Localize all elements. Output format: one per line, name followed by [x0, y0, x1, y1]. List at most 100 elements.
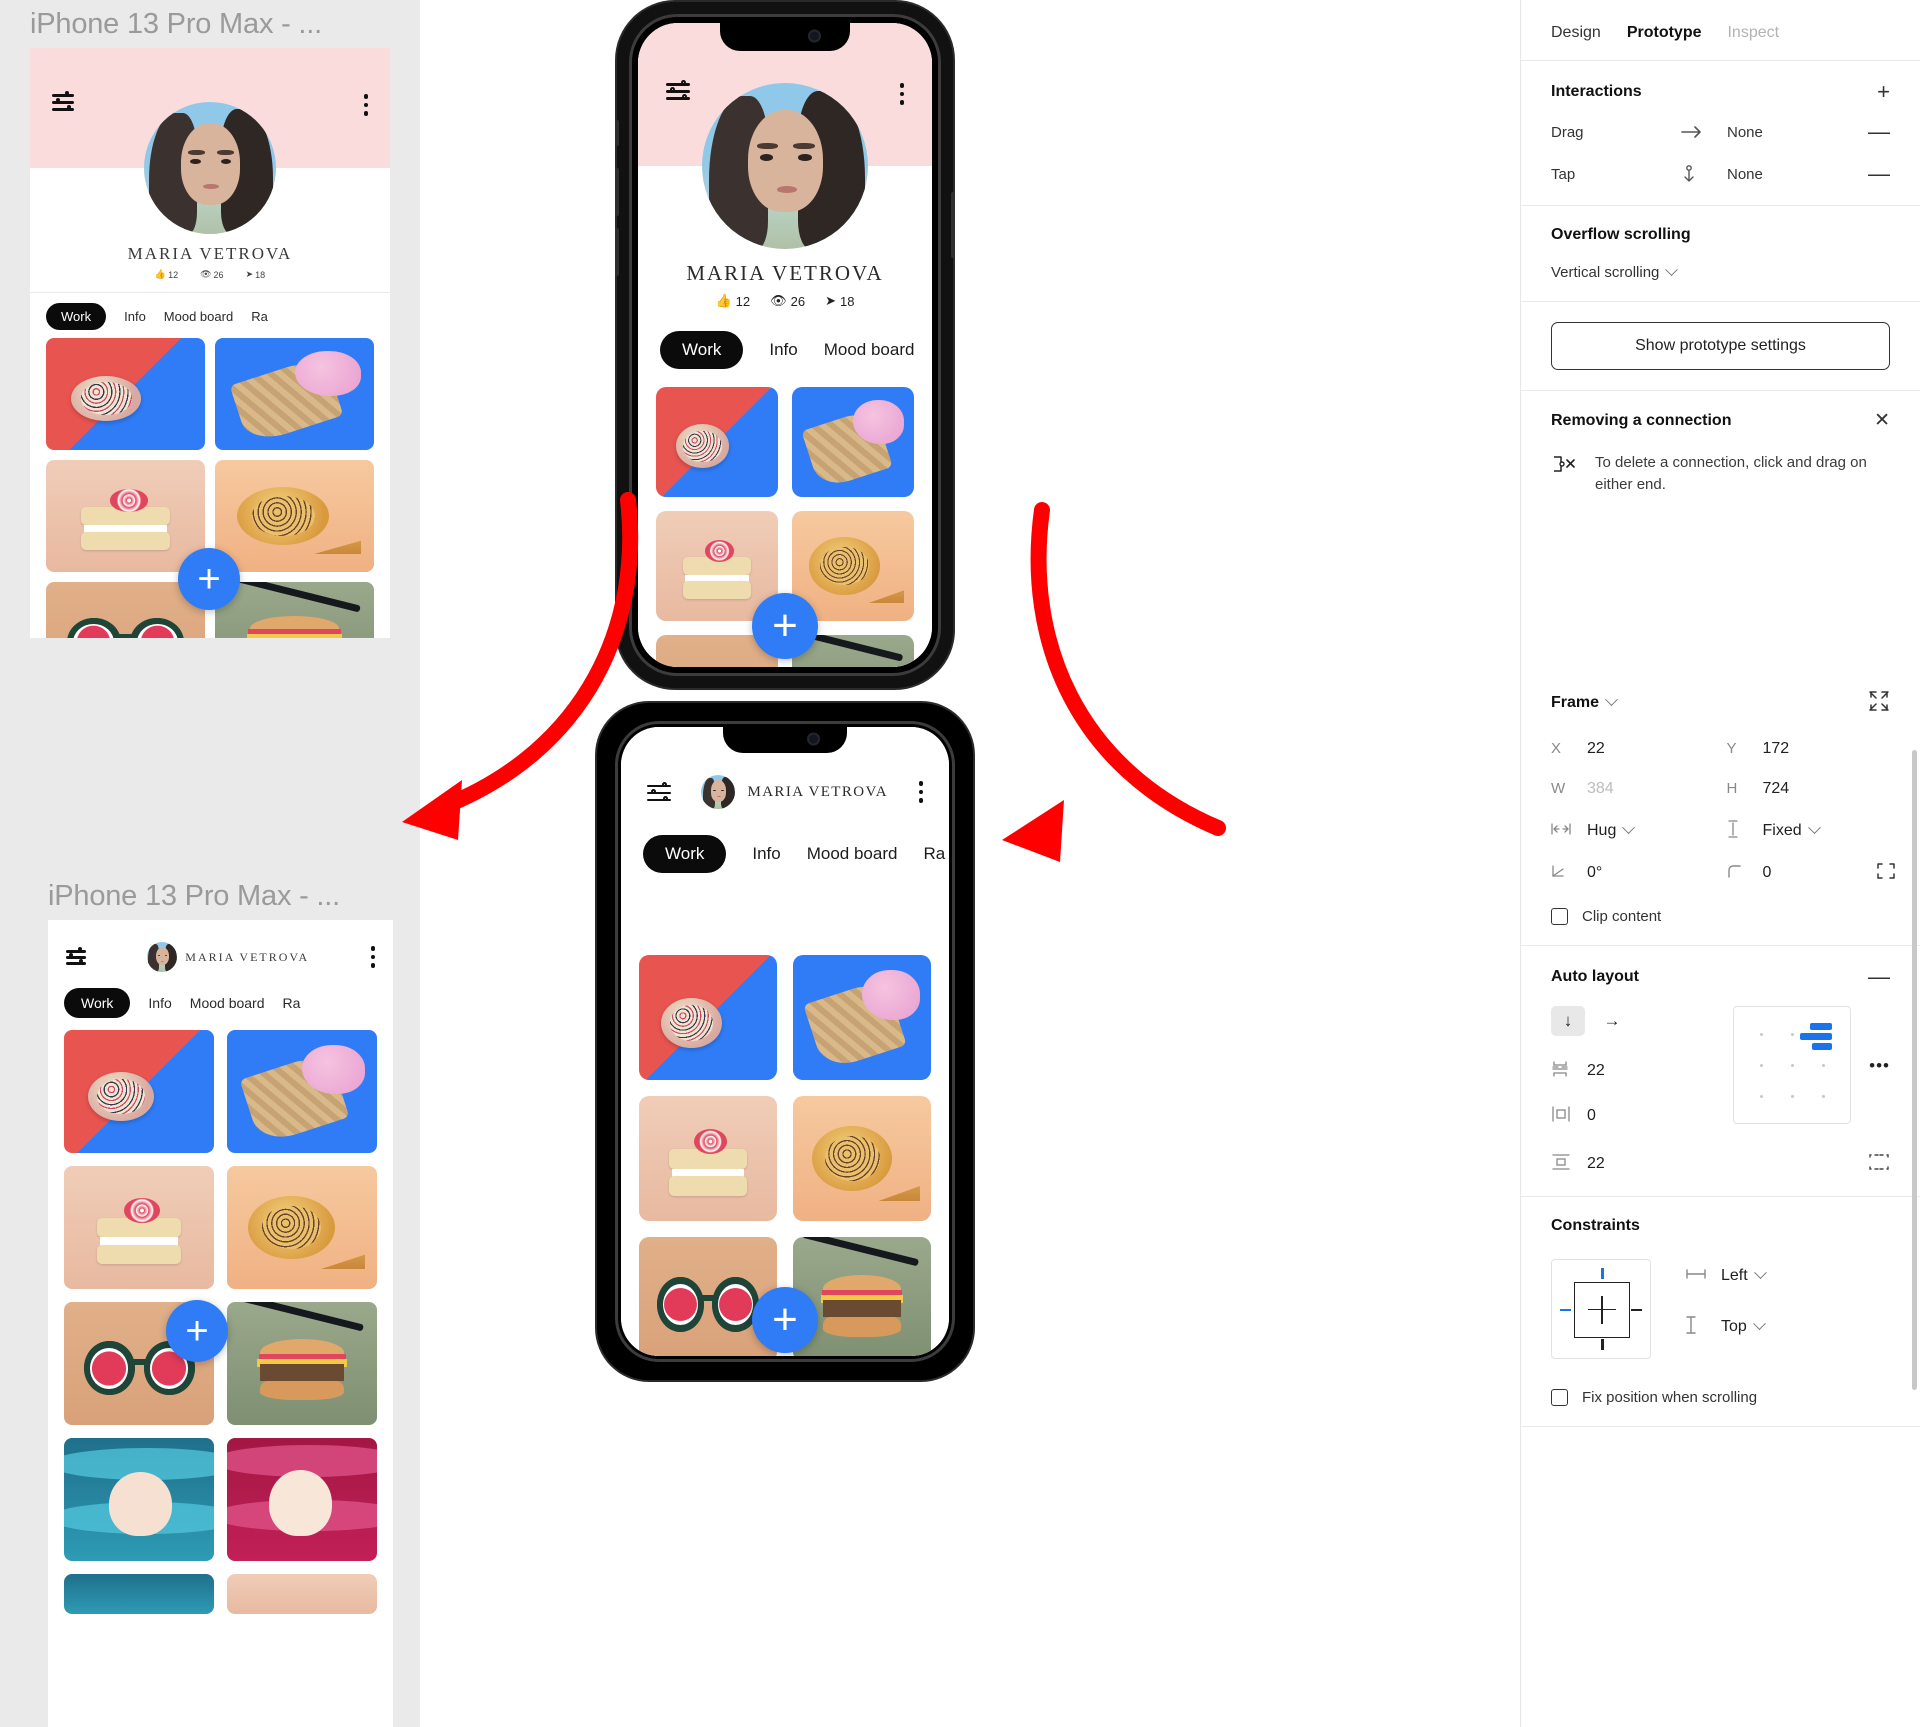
- interaction-target[interactable]: None: [1727, 124, 1868, 141]
- device-mockup-bottom[interactable]: MARIA VETROVA Work Info Mood board Ra +: [597, 703, 973, 1380]
- field-vertical-resizing[interactable]: Fixed: [1727, 819, 1891, 842]
- tab-mood-board[interactable]: Mood board: [190, 995, 265, 1011]
- gallery-item[interactable]: [656, 387, 778, 497]
- gallery-item[interactable]: [64, 1438, 214, 1561]
- panel-scrollbar[interactable]: [1912, 750, 1917, 1390]
- constraint-tick-left[interactable]: [1560, 1308, 1571, 1312]
- gallery-item[interactable]: [64, 1030, 214, 1153]
- sliders-icon[interactable]: [666, 80, 690, 100]
- gallery-item[interactable]: [64, 1166, 214, 1289]
- constraint-tick-bottom[interactable]: [1601, 1338, 1604, 1350]
- constraint-tick-right[interactable]: [1631, 1308, 1642, 1312]
- individual-padding-icon[interactable]: [1868, 1152, 1890, 1176]
- tab-info[interactable]: Info: [752, 844, 780, 864]
- remove-interaction-button[interactable]: —: [1868, 163, 1890, 185]
- gallery-item[interactable]: [227, 1302, 377, 1425]
- gallery-item[interactable]: [639, 1237, 777, 1356]
- vertical-resizing-dropdown[interactable]: Fixed: [1763, 821, 1821, 840]
- clip-content-checkbox[interactable]: [1551, 907, 1568, 925]
- add-button[interactable]: +: [166, 1300, 228, 1362]
- gallery-item[interactable]: [215, 582, 374, 638]
- field-horizontal-constraint[interactable]: Left: [1685, 1266, 1767, 1285]
- gallery-item[interactable]: [227, 1438, 377, 1561]
- auto-layout-alignment-pad[interactable]: [1733, 1005, 1852, 1124]
- frame-type-dropdown[interactable]: Frame: [1551, 693, 1618, 712]
- kebab-menu-icon[interactable]: [363, 94, 368, 116]
- tab-mood-board[interactable]: Mood board: [807, 844, 898, 864]
- field-vertical-constraint[interactable]: Top: [1685, 1315, 1766, 1339]
- gallery-item[interactable]: [227, 1166, 377, 1289]
- arrow-right-icon[interactable]: →: [1595, 1006, 1629, 1036]
- mini-frame-1[interactable]: MARIA VETROVA 👍 12 👁 26 ➤ 18 Work Info M…: [30, 48, 390, 638]
- add-button[interactable]: +: [752, 1287, 818, 1353]
- field-height[interactable]: H 724: [1727, 780, 1891, 798]
- field-x[interactable]: X 22: [1551, 740, 1715, 758]
- mini-frame-2[interactable]: MARIA VETROVA Work Info Mood board Ra +: [48, 920, 393, 1727]
- gallery-item[interactable]: [639, 955, 777, 1080]
- gallery-item[interactable]: [46, 338, 205, 450]
- gallery-item[interactable]: [639, 1096, 777, 1221]
- gallery-item[interactable]: [46, 460, 205, 572]
- fix-position-row[interactable]: Fix position when scrolling: [1551, 1388, 1890, 1406]
- tab-prototype[interactable]: Prototype: [1627, 24, 1702, 42]
- horizontal-resizing-dropdown[interactable]: Hug: [1587, 821, 1636, 840]
- tab-work[interactable]: Work: [64, 988, 131, 1018]
- add-button[interactable]: +: [178, 548, 240, 610]
- interaction-row-drag[interactable]: Drag None —: [1551, 121, 1890, 143]
- gallery-item[interactable]: [215, 338, 374, 450]
- gallery-item[interactable]: [227, 1574, 377, 1614]
- field-width[interactable]: W 384: [1551, 780, 1715, 798]
- constraint-tick-top[interactable]: [1601, 1267, 1604, 1279]
- interaction-target[interactable]: None: [1727, 166, 1868, 183]
- interaction-row-tap[interactable]: Tap None —: [1551, 163, 1890, 185]
- field-corner-radius[interactable]: 0: [1727, 862, 1895, 882]
- field-rotation[interactable]: 0°: [1551, 864, 1715, 882]
- field-gap[interactable]: 22: [1551, 1060, 1715, 1082]
- add-interaction-button[interactable]: +: [1877, 81, 1890, 103]
- close-icon[interactable]: ✕: [1874, 411, 1890, 430]
- field-horizontal-resizing[interactable]: Hug: [1551, 820, 1715, 842]
- field-padding-vertical[interactable]: 22: [1551, 1153, 1605, 1175]
- field-y[interactable]: Y 172: [1727, 740, 1891, 758]
- independent-corners-icon[interactable]: [1876, 861, 1896, 885]
- clip-content-row[interactable]: Clip content: [1551, 907, 1890, 925]
- overflow-scrolling-dropdown[interactable]: Vertical scrolling: [1551, 263, 1679, 281]
- collapse-corners-icon[interactable]: [1868, 690, 1890, 716]
- tab-info[interactable]: Info: [148, 995, 171, 1011]
- constraints-widget[interactable]: [1551, 1258, 1651, 1359]
- arrow-down-icon[interactable]: ↓: [1551, 1005, 1585, 1036]
- gallery-item[interactable]: [792, 387, 914, 497]
- sliders-icon[interactable]: [52, 91, 74, 111]
- tab-rating[interactable]: Ra: [283, 995, 301, 1011]
- tab-work[interactable]: Work: [643, 835, 727, 873]
- tab-work[interactable]: Work: [46, 303, 107, 330]
- kebab-menu-icon[interactable]: [899, 83, 904, 105]
- tab-inspect[interactable]: Inspect: [1727, 24, 1779, 42]
- add-button[interactable]: +: [752, 593, 818, 659]
- kebab-menu-icon[interactable]: [370, 946, 375, 968]
- remove-interaction-button[interactable]: —: [1868, 121, 1890, 143]
- kebab-menu-icon[interactable]: [918, 781, 923, 803]
- tab-info[interactable]: Info: [124, 309, 146, 324]
- gallery-item[interactable]: [793, 1096, 931, 1221]
- frame-label-2[interactable]: iPhone 13 Pro Max - ...: [48, 880, 408, 913]
- sliders-icon[interactable]: [647, 781, 671, 802]
- tab-info[interactable]: Info: [769, 340, 797, 360]
- field-padding-horizontal[interactable]: 0: [1551, 1105, 1715, 1126]
- tab-work[interactable]: Work: [660, 331, 744, 369]
- gallery-item[interactable]: [793, 955, 931, 1080]
- horizontal-constraint-dropdown[interactable]: Left: [1721, 1266, 1767, 1285]
- gallery-item[interactable]: [215, 460, 374, 572]
- remove-auto-layout-button[interactable]: —: [1868, 965, 1890, 988]
- tab-rating[interactable]: Ra: [251, 309, 268, 324]
- device-mockup-top[interactable]: MARIA VETROVA 👍 12 👁 26 ➤ 18 Work Info M…: [615, 2, 955, 688]
- gallery-item[interactable]: [227, 1030, 377, 1153]
- gallery-item[interactable]: [793, 1237, 931, 1356]
- gallery-item[interactable]: [64, 1574, 214, 1614]
- sliders-icon[interactable]: [66, 947, 86, 965]
- vertical-constraint-dropdown[interactable]: Top: [1721, 1317, 1766, 1336]
- show-prototype-settings-button[interactable]: Show prototype settings: [1551, 322, 1890, 370]
- fix-position-checkbox[interactable]: [1551, 1388, 1568, 1406]
- auto-layout-more-button[interactable]: •••: [1869, 1056, 1890, 1076]
- tab-design[interactable]: Design: [1551, 24, 1601, 42]
